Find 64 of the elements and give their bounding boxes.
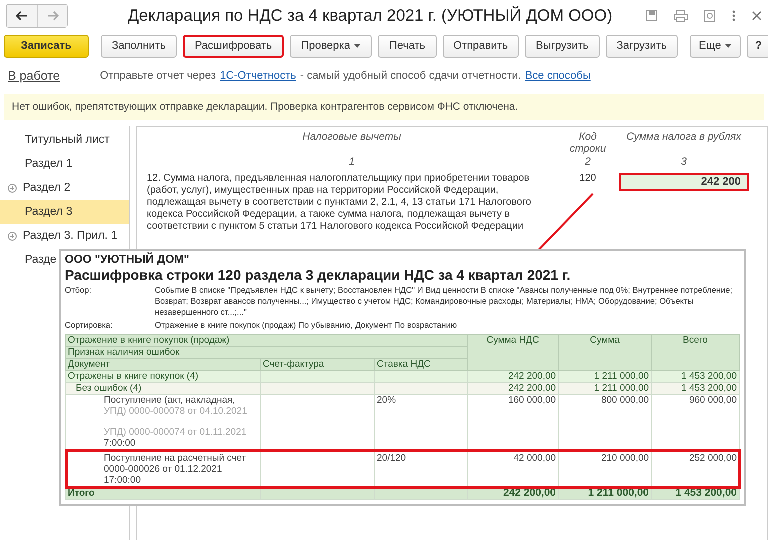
column-header: Документ [66,358,260,370]
status-link[interactable]: В работе [8,69,60,83]
tax-amount-field[interactable]: 242 200 [619,173,749,191]
column-number: 2 [584,156,592,168]
more-button[interactable]: Еще [690,34,742,58]
column-header: Налоговые вычеты [302,131,402,143]
column-number: 3 [680,156,688,168]
leader-line [538,193,594,251]
group-header: Отражение в книге покупок (продаж) [66,334,468,346]
column-header: Сумма [558,334,652,370]
column-header: Сумма налога в рублях [626,131,742,143]
param-value: Событие В списке "Предъявлен НДС к вычету; Восстановлен НДС" И Вид ценности В списке "Авансы полученные под 0%; Внутреннее потребление; Возврат; Возврат авансов полученны...; Имущество с учетом НДС; Командировочные расходы; Материалы; НМА; Оборудование; Объекты незавершенного ст...;..." [155,285,734,318]
table-cell: 20/120 [374,450,468,488]
sidebar-item[interactable]: Титульный лист [0,128,110,152]
table-cell: Итого [66,488,260,500]
column-header: Код строки [568,131,608,155]
table-cell: 242 200,00 [468,488,559,500]
caret-icon [354,44,362,48]
company-name: ООО "УЮТНЫЙ ДОМ" [65,254,190,266]
param-label: Сортировка: [65,320,114,331]
window-title: Декларация по НДС за 4 квартал 2021 г. (УЮТНЫЙ ДОМ ООО) [128,6,614,26]
toolbar-button[interactable]: Печать [378,34,436,58]
column-header: Счет-фактура [260,358,374,370]
group-header: Признак наличия ошибок [66,346,468,358]
back-button[interactable] [7,5,37,27]
column-header: Сумма НДС [468,334,559,370]
table-cell: 1 211 000,00 [558,488,652,500]
column-header: Ставка НДС [374,358,468,370]
caret-icon [725,44,732,48]
column-header: Всего [652,334,740,370]
toolbar-button[interactable]: Отправить [442,34,520,58]
toolbar-button[interactable]: Проверка [290,34,372,58]
sidebar-item[interactable]: Раздел 1 [0,152,73,176]
line-code: 120 [578,173,598,184]
expand-icon [8,232,17,240]
all-methods-link[interactable]: Все способы [525,70,591,82]
expand-icon [8,184,17,192]
status-text: Отправьте отчет через [100,70,216,82]
preview-icon[interactable] [704,10,716,22]
line-description: 12. Сумма налога, предъявленная налогоплательщику при приобретении товаров (работ, услуг), имущественных прав на территории Российской Федерации, подлежащая вычету в соответствии с пунктами 2, 2.1, 4, 13 статьи 171 Налогового кодекса Российской Федерации, а также сумма налога, подлежащая вычету в соответствии с пунктом 5 статьи 171 Налогового кодекса Российской Федерации [147,173,532,233]
column-number: 1 [348,156,356,168]
sidebar-item[interactable]: Раздел 3 [0,200,129,224]
toolbar-button[interactable]: Выгрузить [525,34,600,58]
sidebar-item[interactable]: Разде [0,248,57,272]
toolbar-button[interactable]: Загрузить [606,34,678,58]
forward-arrow-icon [46,11,58,21]
param-label: Отбор: [65,285,93,297]
back-arrow-icon [16,11,28,21]
sidebar-item[interactable]: Раздел 3. Прил. 1 [0,224,118,248]
report-title: Расшифровка строки 120 раздела 3 декларации НДС за 4 квартал 2021 г. [65,267,572,283]
sidebar-item[interactable]: Раздел 2 [0,176,71,200]
toolbar-button[interactable]: Заполнить [100,34,177,58]
table-cell: 1 453 200,00 [652,488,740,500]
service-link[interactable]: 1С-Отчетность [220,70,296,82]
toolbar-button[interactable]: Расшифровать [182,34,284,58]
info-message: Нет ошибок, препятствующих отправке декларации. Проверка контрагентов сервисом ФНС отключена. [4,94,764,120]
print-icon[interactable] [674,10,688,22]
status-text: - самый удобный способ сдачи отчетности. [300,70,522,82]
param-value: Отражение в книге покупок (продаж) По убыванию, Документ По возрастанию [155,320,458,331]
close-icon[interactable] [752,11,762,21]
help-button[interactable]: ? [747,34,768,58]
save-button[interactable]: Записать [4,34,89,58]
save-icon[interactable] [646,10,658,22]
more-icon[interactable] [732,10,736,22]
